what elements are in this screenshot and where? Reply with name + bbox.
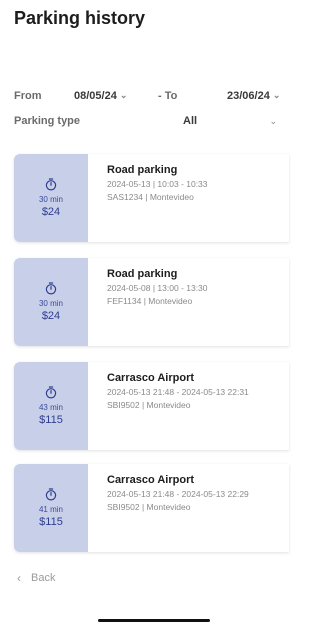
card-plate: SBI9502 | Montevideo [107, 400, 191, 410]
card-title: Road parking [107, 268, 178, 280]
card-details: Carrasco Airport 2024-05-13 21:48 - 2024… [88, 362, 289, 450]
card-plate: SAS1234 | Montevideo [107, 192, 194, 202]
parking-type-value: All [183, 115, 198, 127]
timer-icon [45, 178, 57, 191]
duration-text: 30 min [38, 195, 63, 204]
price-text: $115 [39, 414, 63, 426]
card-summary: 30 min $24 [14, 154, 88, 242]
card-plate: SBI9502 | Montevideo [107, 502, 191, 512]
parking-type-select[interactable]: All [183, 115, 197, 127]
duration-text: 41 min [38, 505, 63, 514]
parking-type-label: Parking type [14, 115, 81, 127]
to-label: - To [158, 90, 178, 102]
parking-card[interactable]: 30 min $24 Road parking 2024-05-08 | 13:… [14, 258, 289, 346]
chevron-down-icon: ⌄ [119, 89, 128, 100]
card-time: 2024-05-13 | 10:03 - 10:33 [107, 179, 208, 189]
home-indicator [98, 619, 210, 622]
parking-card[interactable]: 30 min $24 Road parking 2024-05-13 | 10:… [14, 154, 289, 242]
timer-icon [45, 282, 57, 295]
duration-text: 43 min [38, 403, 63, 412]
to-date-value: 23/06/24 [227, 90, 270, 102]
timer-icon [45, 386, 57, 399]
from-date-value: 08/05/24 [74, 90, 117, 102]
price-text: $115 [39, 516, 63, 528]
to-date-select[interactable]: 23/06/24 ⌄ [227, 89, 281, 103]
card-time: 2024-05-13 21:48 - 2024-05-13 22:31 [107, 387, 249, 397]
card-details: Carrasco Airport 2024-05-13 21:48 - 2024… [88, 464, 289, 552]
card-summary: 43 min $115 [14, 362, 88, 450]
chevron-down-icon: ⌄ [272, 89, 281, 100]
card-title: Road parking [107, 164, 178, 176]
card-details: Road parking 2024-05-08 | 13:00 - 13:30 … [88, 258, 289, 346]
chevron-down-icon[interactable]: ⌄ [269, 116, 277, 127]
back-label: Back [31, 572, 56, 584]
from-date-select[interactable]: 08/05/24 ⌄ [74, 89, 128, 103]
card-title: Carrasco Airport [107, 474, 195, 486]
card-summary: 41 min $115 [14, 464, 88, 552]
card-title: Carrasco Airport [107, 372, 195, 384]
card-time: 2024-05-08 | 13:00 - 13:30 [107, 283, 208, 293]
price-text: $24 [41, 310, 61, 322]
chevron-left-icon: ‹ [17, 571, 21, 585]
parking-card[interactable]: 41 min $115 Carrasco Airport 2024-05-13 … [14, 464, 289, 552]
parking-card[interactable]: 43 min $115 Carrasco Airport 2024-05-13 … [14, 362, 289, 450]
from-label: From [14, 90, 42, 102]
card-summary: 30 min $24 [14, 258, 88, 346]
card-time: 2024-05-13 21:48 - 2024-05-13 22:29 [107, 489, 249, 499]
back-button[interactable]: ‹ Back [17, 571, 55, 585]
page-title: Parking history [14, 8, 146, 28]
duration-text: 30 min [38, 299, 63, 308]
card-details: Road parking 2024-05-13 | 10:03 - 10:33 … [88, 154, 289, 242]
card-plate: FEF1134 | Montevideo [107, 296, 193, 306]
timer-icon [45, 488, 57, 501]
price-text: $24 [41, 206, 61, 218]
